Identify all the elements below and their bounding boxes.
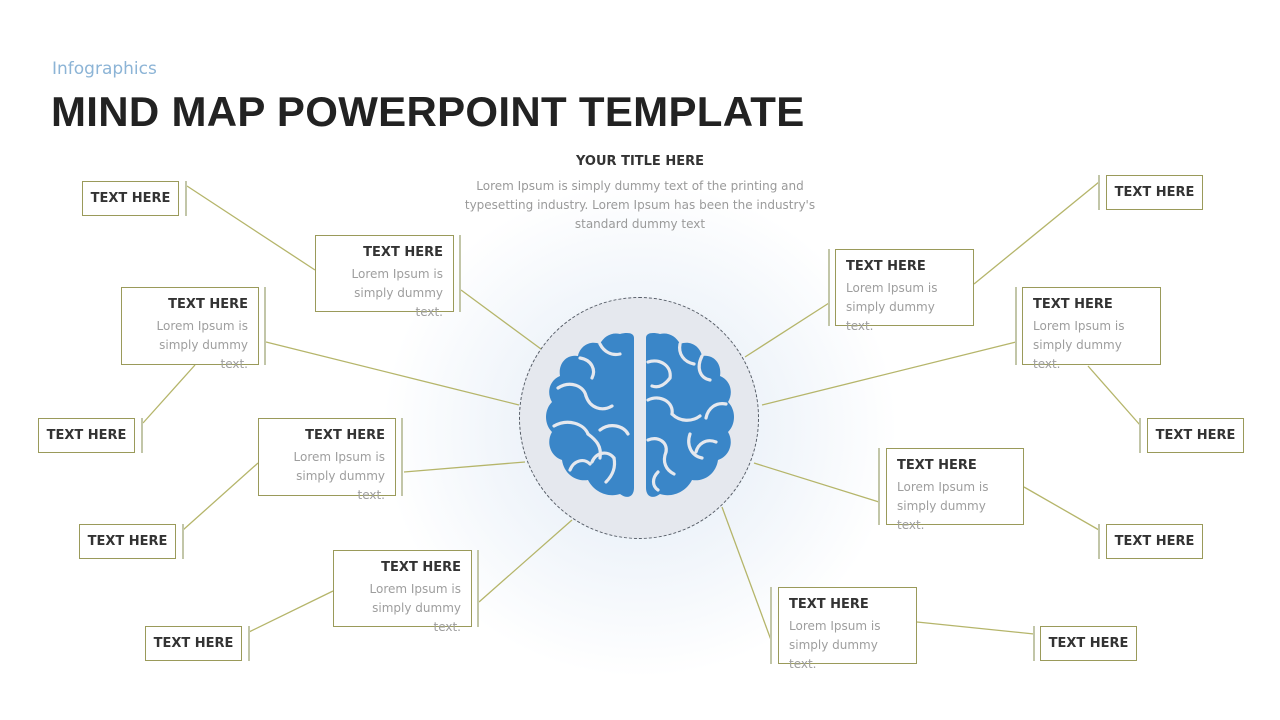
node-label: TEXT HERE xyxy=(363,245,443,260)
connector-line xyxy=(265,341,520,406)
node-label: TEXT HERE xyxy=(789,597,869,612)
node-accent-bar xyxy=(1033,626,1035,661)
connector-line xyxy=(403,461,526,473)
node-label: TEXT HERE xyxy=(87,534,168,549)
node-accent-bar xyxy=(141,418,143,453)
node-accent-bar xyxy=(185,181,187,216)
connector-line xyxy=(182,462,259,531)
brain-icon xyxy=(546,333,734,497)
node-description: Lorem Ipsum is simply dummy text. xyxy=(351,267,443,319)
node-label: TEXT HERE xyxy=(1114,534,1195,549)
node-label: TEXT HERE xyxy=(305,428,385,443)
node-box-left-secondary-1[interactable]: TEXT HERE xyxy=(82,181,179,216)
node-accent-bar xyxy=(878,448,880,525)
node-description: Lorem Ipsum is simply dummy text. xyxy=(789,619,881,671)
node-label: TEXT HERE xyxy=(897,458,977,473)
node-box-left-4[interactable]: TEXT HERE Lorem Ipsum is simply dummy te… xyxy=(333,550,472,634)
connector-line xyxy=(973,181,1100,285)
connector-line xyxy=(744,302,830,358)
connector-line xyxy=(248,590,334,633)
node-accent-bar xyxy=(459,235,461,312)
connector-line xyxy=(753,462,880,503)
connector-line xyxy=(916,621,1035,635)
connector-line xyxy=(721,506,772,641)
node-description: Lorem Ipsum is simply dummy text. xyxy=(156,319,248,371)
node-accent-bar xyxy=(1015,287,1017,365)
node-accent-bar xyxy=(1098,175,1100,210)
node-description: Lorem Ipsum is simply dummy text. xyxy=(293,450,385,502)
node-box-right-3[interactable]: TEXT HERE Lorem Ipsum is simply dummy te… xyxy=(886,448,1024,532)
node-box-left-secondary-3[interactable]: TEXT HERE xyxy=(79,524,176,559)
node-accent-bar xyxy=(401,418,403,496)
node-box-right-1[interactable]: TEXT HERE Lorem Ipsum is simply dummy te… xyxy=(835,249,974,333)
node-box-right-secondary-4[interactable]: TEXT HERE xyxy=(1040,626,1137,661)
node-box-right-2[interactable]: TEXT HERE Lorem Ipsum is simply dummy te… xyxy=(1022,287,1161,371)
node-label: TEXT HERE xyxy=(90,191,171,206)
connector-line xyxy=(1087,365,1141,426)
node-description: Lorem Ipsum is simply dummy text. xyxy=(369,582,461,634)
node-box-left-3[interactable]: TEXT HERE Lorem Ipsum is simply dummy te… xyxy=(258,418,396,502)
node-box-right-secondary-1[interactable]: TEXT HERE xyxy=(1106,175,1203,210)
node-label: TEXT HERE xyxy=(1048,636,1129,651)
node-accent-bar xyxy=(182,524,184,559)
connector-line xyxy=(478,519,573,603)
node-label: TEXT HERE xyxy=(381,560,461,575)
connector-line xyxy=(460,289,542,350)
node-box-left-2[interactable]: TEXT HERE Lorem Ipsum is simply dummy te… xyxy=(121,287,259,371)
node-accent-bar xyxy=(828,249,830,326)
node-description: Lorem Ipsum is simply dummy text. xyxy=(1033,319,1125,371)
node-accent-bar xyxy=(1139,418,1141,453)
node-label: TEXT HERE xyxy=(1114,185,1195,200)
node-label: TEXT HERE xyxy=(153,636,234,651)
node-box-left-1[interactable]: TEXT HERE Lorem Ipsum is simply dummy te… xyxy=(315,235,454,319)
node-label: TEXT HERE xyxy=(168,297,248,312)
node-box-right-secondary-3[interactable]: TEXT HERE xyxy=(1106,524,1203,559)
node-box-left-secondary-4[interactable]: TEXT HERE xyxy=(145,626,242,661)
node-label: TEXT HERE xyxy=(1155,428,1236,443)
node-label: TEXT HERE xyxy=(1033,297,1113,312)
connector-line xyxy=(761,341,1017,406)
node-accent-bar xyxy=(248,626,250,661)
node-label: TEXT HERE xyxy=(846,259,926,274)
node-accent-bar xyxy=(477,550,479,627)
node-box-right-secondary-2[interactable]: TEXT HERE xyxy=(1147,418,1244,453)
connector-line xyxy=(186,185,316,271)
node-accent-bar xyxy=(770,587,772,664)
node-label: TEXT HERE xyxy=(46,428,127,443)
node-description: Lorem Ipsum is simply dummy text. xyxy=(897,480,989,532)
connector-line xyxy=(1023,486,1100,531)
node-box-right-4[interactable]: TEXT HERE Lorem Ipsum is simply dummy te… xyxy=(778,587,917,671)
node-accent-bar xyxy=(1098,524,1100,559)
node-accent-bar xyxy=(264,287,266,365)
node-box-left-secondary-2[interactable]: TEXT HERE xyxy=(38,418,135,453)
node-description: Lorem Ipsum is simply dummy text. xyxy=(846,281,938,333)
